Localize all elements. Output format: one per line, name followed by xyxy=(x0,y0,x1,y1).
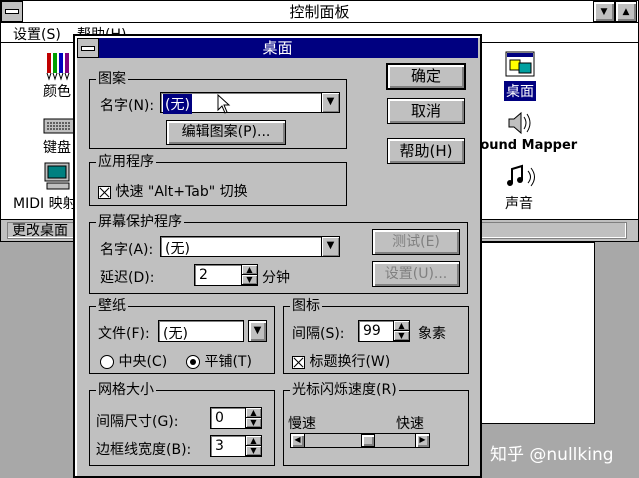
control-panel-titlebar: 控制面板 ▼ ▲ xyxy=(1,1,638,23)
fast-switch-check-icon[interactable] xyxy=(98,185,111,199)
center-radio[interactable]: 中央(C) xyxy=(100,351,167,371)
icon-spacing-unit: 象素 xyxy=(418,326,446,342)
border-width-spinner[interactable]: ▲ ▼ xyxy=(245,436,261,456)
grid-group: 网格大小 间隔尺寸(G): 0 ▲ ▼ 边框线宽度(B): 3 ▲ ▼ xyxy=(89,382,275,466)
delay-input[interactable]: 2 ▲ ▼ xyxy=(194,264,258,286)
pattern-name-label: 名字(N): xyxy=(100,98,155,114)
midi-icon[interactable] xyxy=(43,161,73,191)
delay-spinner[interactable]: ▲ ▼ xyxy=(241,265,257,285)
color-label: 颜色 xyxy=(43,84,71,100)
tile-radio-label: 平铺(T) xyxy=(204,354,252,370)
help-button[interactable]: 帮助(H) xyxy=(387,138,465,164)
wallpaper-file-value: (无) xyxy=(163,326,188,342)
dialog-titlebar: 桌面 xyxy=(77,38,478,58)
screen-saver-group-label: 屏幕保护程序 xyxy=(96,214,184,230)
delay-unit: 分钟 xyxy=(262,270,290,286)
control-panel-system-menu[interactable] xyxy=(1,1,23,22)
pattern-group-label: 图案 xyxy=(96,71,128,87)
cursor-blink-group-label: 光标闪烁速度(R) xyxy=(290,382,399,398)
menu-settings[interactable]: 设置(S) xyxy=(13,24,61,44)
border-width-label: 边框线宽度(B): xyxy=(96,442,192,458)
title-wrap-check-icon[interactable] xyxy=(292,355,305,369)
title-wrap-checkbox[interactable]: 标题换行(W) xyxy=(292,351,390,371)
icon-spacing-value: 99 xyxy=(363,323,381,339)
icon-spacing-label: 间隔(S): xyxy=(292,326,345,342)
border-width-input[interactable]: 3 ▲ ▼ xyxy=(210,435,262,457)
wallpaper-file-input[interactable]: (无) xyxy=(158,320,244,342)
sound-icon[interactable] xyxy=(506,163,536,191)
minimize-button[interactable]: ▼ xyxy=(593,1,615,22)
applications-group-label: 应用程序 xyxy=(96,154,156,170)
icons-group-label: 图标 xyxy=(290,298,322,314)
setup-button[interactable]: 设置(U)... xyxy=(372,261,460,287)
screen-saver-dropdown[interactable]: (无) ▼ xyxy=(160,236,340,257)
granularity-value: 0 xyxy=(215,410,224,426)
status-text: 更改桌面 xyxy=(12,223,68,239)
screen-saver-name-label: 名字(A): xyxy=(100,242,154,258)
sound-label: 声音 xyxy=(505,196,533,212)
icon-spacing-input[interactable]: 99 ▲ ▼ xyxy=(358,320,410,342)
granularity-input[interactable]: 0 ▲ ▼ xyxy=(210,407,262,429)
wallpaper-dropdown-arrow[interactable]: ▼ xyxy=(248,320,267,342)
pattern-dropdown-arrow[interactable]: ▼ xyxy=(321,93,339,112)
control-panel-title: 控制面板 xyxy=(289,3,350,21)
ok-button[interactable]: 确定 xyxy=(386,63,466,90)
midi-label: MIDI 映射 xyxy=(13,196,77,212)
delay-label: 延迟(D): xyxy=(100,270,155,286)
pattern-group: 图案 名字(N): (无) ▼ 编辑图案(P)... xyxy=(89,71,347,149)
screen-saver-dropdown-arrow[interactable]: ▼ xyxy=(321,237,339,256)
keyboard-icon[interactable] xyxy=(43,113,75,137)
cursor-blink-group: 光标闪烁速度(R) 慢速 快速 ◀ ▶ xyxy=(283,382,469,466)
screen-saver-group: 屏幕保护程序 名字(A): (无) ▼ 延迟(D): 2 ▲ ▼ 分钟 测试(E)… xyxy=(89,214,468,294)
cursor-blink-scrollbar[interactable]: ◀ ▶ xyxy=(290,433,430,448)
watermark: 知乎 @nullking xyxy=(490,445,614,465)
sound-mapper-label: Sound Mapper xyxy=(471,138,578,153)
test-button[interactable]: 测试(E) xyxy=(372,229,460,255)
cursor-blink-thumb[interactable] xyxy=(361,434,375,447)
icons-group: 图标 间隔(S): 99 ▲ ▼ 象素 标题换行(W) xyxy=(283,298,469,374)
slow-label: 慢速 xyxy=(288,416,316,432)
edit-pattern-button[interactable]: 编辑图案(P)... xyxy=(166,120,286,145)
keyboard-label: 键盘 xyxy=(43,140,71,156)
fast-switch-label: 快速 "Alt+Tab" 切换 xyxy=(115,184,248,200)
cancel-button[interactable]: 取消 xyxy=(387,98,465,124)
wallpaper-file-label: 文件(F): xyxy=(98,326,150,342)
color-icon[interactable] xyxy=(45,49,73,81)
screen-saver-value: (无) xyxy=(165,241,190,257)
scroll-right-arrow[interactable]: ▶ xyxy=(415,434,429,447)
granularity-spinner[interactable]: ▲ ▼ xyxy=(245,408,261,428)
sound-mapper-icon[interactable] xyxy=(506,109,534,137)
desktop-icon[interactable] xyxy=(505,51,535,79)
wallpaper-group-label: 壁纸 xyxy=(96,298,128,314)
wallpaper-group: 壁纸 文件(F): (无) ▼ 中央(C) 平铺(T) xyxy=(89,298,275,374)
fast-switch-checkbox[interactable]: 快速 "Alt+Tab" 切换 xyxy=(98,181,248,201)
dialog-system-menu[interactable] xyxy=(77,38,99,58)
pattern-name-value: (无) xyxy=(163,94,192,114)
desktop-dialog: 桌面 确定 取消 帮助(H) 图案 名字(N): (无) ▼ 编辑图案(P)..… xyxy=(73,34,482,478)
pattern-name-dropdown[interactable]: (无) ▼ xyxy=(160,92,340,114)
center-radio-label: 中央(C) xyxy=(118,354,168,370)
granularity-label: 间隔尺寸(G): xyxy=(96,414,179,430)
tile-radio-icon[interactable] xyxy=(186,355,200,369)
tile-radio[interactable]: 平铺(T) xyxy=(186,351,252,371)
scroll-left-arrow[interactable]: ◀ xyxy=(291,434,305,447)
icon-spacing-spinner[interactable]: ▲ ▼ xyxy=(393,321,409,341)
grid-group-label: 网格大小 xyxy=(96,382,156,398)
center-radio-icon[interactable] xyxy=(100,355,114,369)
applications-group: 应用程序 快速 "Alt+Tab" 切换 xyxy=(89,154,347,206)
border-width-value: 3 xyxy=(215,438,224,454)
mouse-cursor-icon xyxy=(217,94,231,114)
delay-value: 2 xyxy=(199,267,208,283)
desktop-label: 桌面 xyxy=(504,81,536,101)
title-wrap-label: 标题换行(W) xyxy=(309,354,391,370)
fast-label: 快速 xyxy=(396,416,424,432)
dialog-title: 桌面 xyxy=(262,39,293,57)
background-window xyxy=(480,242,595,424)
maximize-button[interactable]: ▲ xyxy=(615,1,637,22)
